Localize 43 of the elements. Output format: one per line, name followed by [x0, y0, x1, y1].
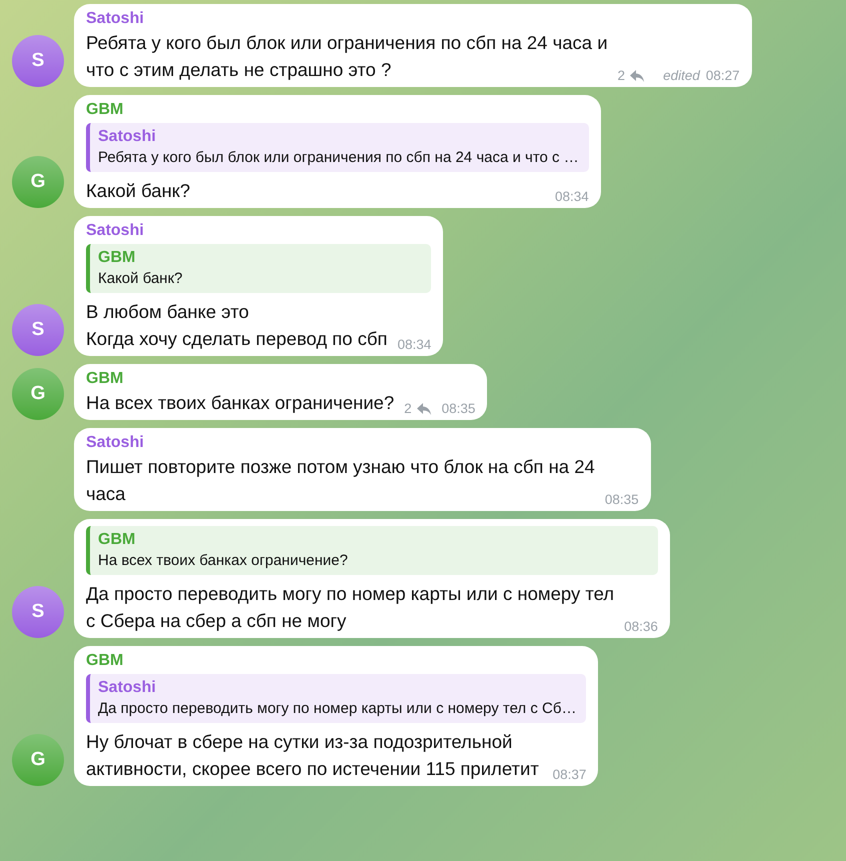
sender-name[interactable]: GBM	[86, 368, 476, 389]
avatar[interactable]: G	[12, 368, 64, 420]
quoted-text: Да просто переводить могу по номер карты или с номеру тел с Сб…	[98, 699, 576, 719]
message-text: Ребята у кого был блок или ограничения по сбп на 24 часа и что с этим делать не страшно это ?	[86, 31, 608, 82]
message-text: Да просто переводить могу по номер карты или с номеру тел с Сбера на сбер а сбп не могу	[86, 582, 614, 633]
sender-name[interactable]: GBM	[86, 99, 589, 120]
message-time: 08:37	[552, 767, 586, 782]
message-text: Какой банк?	[86, 179, 190, 203]
reply-quote[interactable]: GBM Какой банк?	[86, 244, 432, 293]
quoted-sender: Satoshi	[98, 127, 157, 147]
avatar[interactable]: G	[12, 156, 64, 208]
message-time: 08:34	[554, 189, 589, 204]
message-time: 08:34	[397, 337, 432, 352]
message-time: 08:35	[604, 492, 639, 507]
reply-count: 2	[618, 68, 626, 83]
reply-icon[interactable]	[629, 68, 646, 82]
message-text: На всех твоих банках ограничение?	[86, 391, 394, 415]
quoted-text: Ребята у кого был блок или ограничения по сбп на 24 часа и что с …	[98, 148, 579, 168]
message-text: В любом банке это Когда хочу сделать перевод по сбп	[86, 300, 388, 351]
quoted-sender: GBM	[98, 530, 136, 550]
sender-name[interactable]: Satoshi	[86, 432, 639, 453]
message-time: 08:36	[624, 619, 658, 634]
avatar[interactable]: S	[12, 304, 64, 356]
reply-icon[interactable]	[416, 402, 432, 416]
reply-quote[interactable]: Satoshi Да просто переводить могу по номер карты или с номеру тел с Сб…	[86, 674, 586, 723]
message-text: Ну блочат в сбере на сутки из-за подозрительной активности, скорее всего по истечении 115 прилетит	[86, 730, 539, 781]
quoted-sender: GBM	[98, 248, 136, 268]
quoted-sender: Satoshi	[98, 678, 157, 698]
reply-quote[interactable]: GBM На всех твоих банках ограничение?	[86, 526, 658, 575]
avatar[interactable]: S	[12, 586, 64, 638]
avatar[interactable]: G	[12, 734, 64, 786]
edited-label: edited	[663, 68, 700, 83]
sender-name[interactable]: Satoshi	[86, 220, 432, 241]
sender-name[interactable]: GBM	[86, 650, 586, 671]
reply-count: 2	[404, 401, 412, 416]
quoted-text: Какой банк?	[98, 269, 184, 289]
message-time: 08:35	[442, 401, 476, 416]
message-time: 08:27	[706, 68, 740, 83]
quoted-text: На всех твоих банках ограничение?	[98, 551, 349, 571]
reply-quote[interactable]: Satoshi Ребята у кого был блок или ограничения по сбп на 24 часа и что с …	[86, 123, 589, 172]
message-text: Пишет повторите позже потом узнаю что блок на сбп на 24 часа	[86, 455, 595, 506]
avatar[interactable]: S	[12, 35, 64, 87]
sender-name[interactable]: Satoshi	[86, 8, 740, 29]
